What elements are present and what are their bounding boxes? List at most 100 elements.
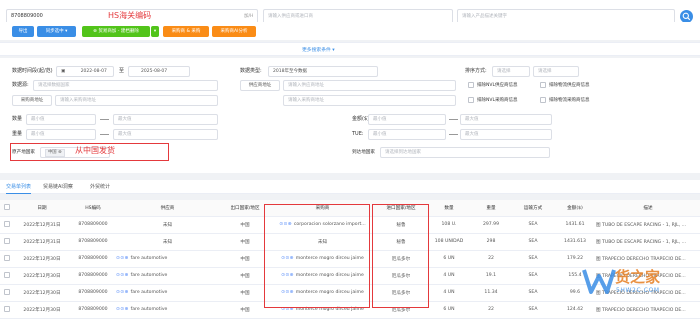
row-checkbox[interactable]	[4, 271, 10, 278]
row-select-cell[interactable]	[0, 250, 14, 268]
cell-hs: 8708809000	[70, 284, 116, 302]
add-to-crm-dropdown[interactable]: ▾	[151, 26, 159, 37]
row-checkbox[interactable]	[4, 288, 10, 295]
teu-min-input[interactable]: 最小值	[368, 129, 446, 140]
cell-date: 2022年12月30日	[14, 267, 70, 285]
date-range-label: 数据时间段(起/范)	[12, 68, 53, 74]
cell-transport: SEA	[512, 301, 554, 319]
data-type-label: 数据类型:	[240, 68, 262, 74]
contact-icons[interactable]: ⊙⊙⊕	[116, 307, 131, 312]
supplier-address-placeholder: 请输入供应商地址	[288, 83, 324, 88]
weight-label: 重量	[12, 131, 23, 137]
watermark-w-icon	[582, 269, 616, 294]
contact-icons[interactable]: ⊙⊙⊕	[116, 290, 131, 295]
ai-analysis-button[interactable]: 采购商AI分析	[212, 26, 256, 37]
row-select-cell[interactable]	[0, 301, 14, 319]
tab-trade-stats[interactable]: 外贸统计	[90, 181, 110, 193]
sort-select-1[interactable]: 请选择	[492, 66, 530, 77]
row-select-cell[interactable]	[0, 216, 14, 234]
select-all-checkbox[interactable]	[4, 203, 10, 210]
data-type-select[interactable]: 2018年至今数据	[268, 66, 378, 77]
buyer-address-input[interactable]: 请输入采购商地址	[55, 95, 218, 106]
contact-icons[interactable]: ⊙⊙⊕	[116, 273, 131, 278]
quantity-max-input[interactable]: 最大值	[113, 114, 218, 125]
date-from-input[interactable]: ▣ 2022-08-07	[56, 66, 114, 77]
more-conditions-toggle[interactable]: 更多搜索条件 ▾	[302, 46, 335, 53]
cell-qty-text: 4 UN	[443, 273, 455, 278]
row-select-cell[interactable]	[0, 267, 14, 285]
buyer-address-placeholder: 请输入采购商地址	[60, 98, 96, 103]
amount-min-input[interactable]: 最小值	[368, 114, 446, 125]
cell-hs-text: 8708809000	[78, 222, 108, 227]
tab-transactions[interactable]: 交易单列表	[6, 181, 32, 194]
cell-date-text: 2022年12月31日	[23, 222, 61, 228]
cell-transport-text: SEA	[528, 307, 538, 312]
date-to-input[interactable]: 2025-08-07	[128, 66, 190, 77]
cell-weight-text: 22	[488, 256, 494, 261]
weight-max-input[interactable]: 最大值	[113, 129, 218, 140]
country-label: 数据源:	[12, 82, 29, 88]
cell-export-text: 中国	[240, 222, 250, 228]
col-supplier: 供应商	[116, 200, 219, 217]
cell-import-text: 厄瓜多尔	[391, 307, 411, 313]
quantity-min-input[interactable]: 最小值	[26, 114, 96, 125]
exclude-nvl-buyer-checkbox[interactable]	[468, 97, 474, 103]
cell-supplier[interactable]: ⊙⊙⊕ fare automotive	[116, 301, 219, 319]
exclude-logistics-supplier-checkbox[interactable]	[540, 82, 546, 88]
cell-amount: 1431.613	[554, 233, 596, 251]
search-one-button[interactable]: 采购商 & 采购	[163, 26, 209, 37]
cell-supplier[interactable]: ⊙⊙⊕ fare automotive	[116, 267, 219, 285]
country-placeholder: 请选择数据国家	[38, 83, 70, 88]
amount-max-input[interactable]: 最大值	[460, 114, 552, 125]
exclude-nvl-supplier-checkbox[interactable]	[468, 82, 474, 88]
row-checkbox[interactable]	[4, 220, 10, 227]
cell-weight-text: 19.1	[485, 273, 497, 278]
arrival-country-placeholder: 请选择到达地国家	[385, 150, 421, 155]
contact-icons[interactable]: ⊙⊙⊕	[116, 256, 131, 261]
watermark-sub: 5HW2C.COM	[616, 287, 660, 294]
supplier-address-input[interactable]: 请输入供应商地址	[283, 80, 456, 91]
cell-amount: 1431.61	[554, 216, 596, 234]
cell-hs: 8708809000	[70, 267, 116, 285]
cell-desc[interactable]: 图 TUBO DE ESCAPE RACING - 1, RJL, ...	[596, 233, 700, 251]
exclude-logistics-buyer-label: 排除物流采购商信息	[549, 98, 590, 103]
cell-supplier[interactable]: ⊙⊙⊕ fare automotive	[116, 284, 219, 302]
export-button[interactable]: 导出	[12, 26, 34, 37]
amount-max-placeholder: 最大值	[465, 117, 479, 122]
sync-selected-button[interactable]: 同步选中 ▾	[37, 26, 76, 37]
cell-hs: 8708809000	[70, 233, 116, 251]
cell-supplier[interactable]: 未知	[116, 216, 219, 234]
cell-supplier[interactable]: ⊙⊙⊕ fare automotive	[116, 250, 219, 268]
cell-weight: 19.1	[470, 267, 512, 285]
sort-select-2[interactable]: 请选择	[533, 66, 579, 77]
row-select-cell[interactable]	[0, 284, 14, 302]
row-select-cell[interactable]	[0, 233, 14, 251]
row-checkbox[interactable]	[4, 237, 10, 244]
buyer-address-button[interactable]: 采购商地址	[12, 95, 52, 106]
buyer-address-placeholder-2: 请输入采购商地址	[288, 98, 324, 103]
cell-transport-text: SEA	[528, 290, 538, 295]
watermark-logo: 货之家 5HW2C.COM	[582, 262, 694, 312]
exclude-logistics-buyer-checkbox[interactable]	[540, 97, 546, 103]
weight-min-input[interactable]: 最小值	[26, 129, 96, 140]
supplier-address-button[interactable]: 供应商地址	[240, 80, 280, 91]
cell-supplier[interactable]: 未知	[116, 233, 219, 251]
unit-label: 加/H	[244, 14, 254, 19]
row-checkbox[interactable]	[4, 254, 10, 261]
buyer-address-input-2[interactable]: 请输入采购商地址	[283, 95, 456, 106]
tab-ai-insight[interactable]: 贸易链AI洞察	[43, 181, 73, 193]
teu-max-input[interactable]: 最大值	[460, 129, 552, 140]
select-all-cell[interactable]	[0, 200, 14, 217]
row-checkbox[interactable]	[4, 305, 10, 312]
arrival-country-select[interactable]: 请选择到达地国家	[380, 147, 550, 158]
cell-desc[interactable]: 图 TUBO DE ESCAPE RACING - 1, RJL, ...	[596, 216, 700, 234]
add-to-crm-button[interactable]: ⊕ 贸易商加 - 建档删除	[82, 26, 150, 37]
cell-transport: SEA	[512, 250, 554, 268]
weight-min-placeholder: 最小值	[31, 132, 45, 137]
product-placeholder: 请输入产品描述关键字	[462, 14, 507, 19]
cell-weight: 297.99	[470, 216, 512, 234]
cell-qty: 108 U.	[428, 216, 470, 234]
supplier-address-button-label: 供应商地址	[248, 83, 272, 88]
cell-export-text: 中国	[240, 256, 250, 262]
data-country-select[interactable]: 请选择数据国家	[33, 80, 218, 91]
